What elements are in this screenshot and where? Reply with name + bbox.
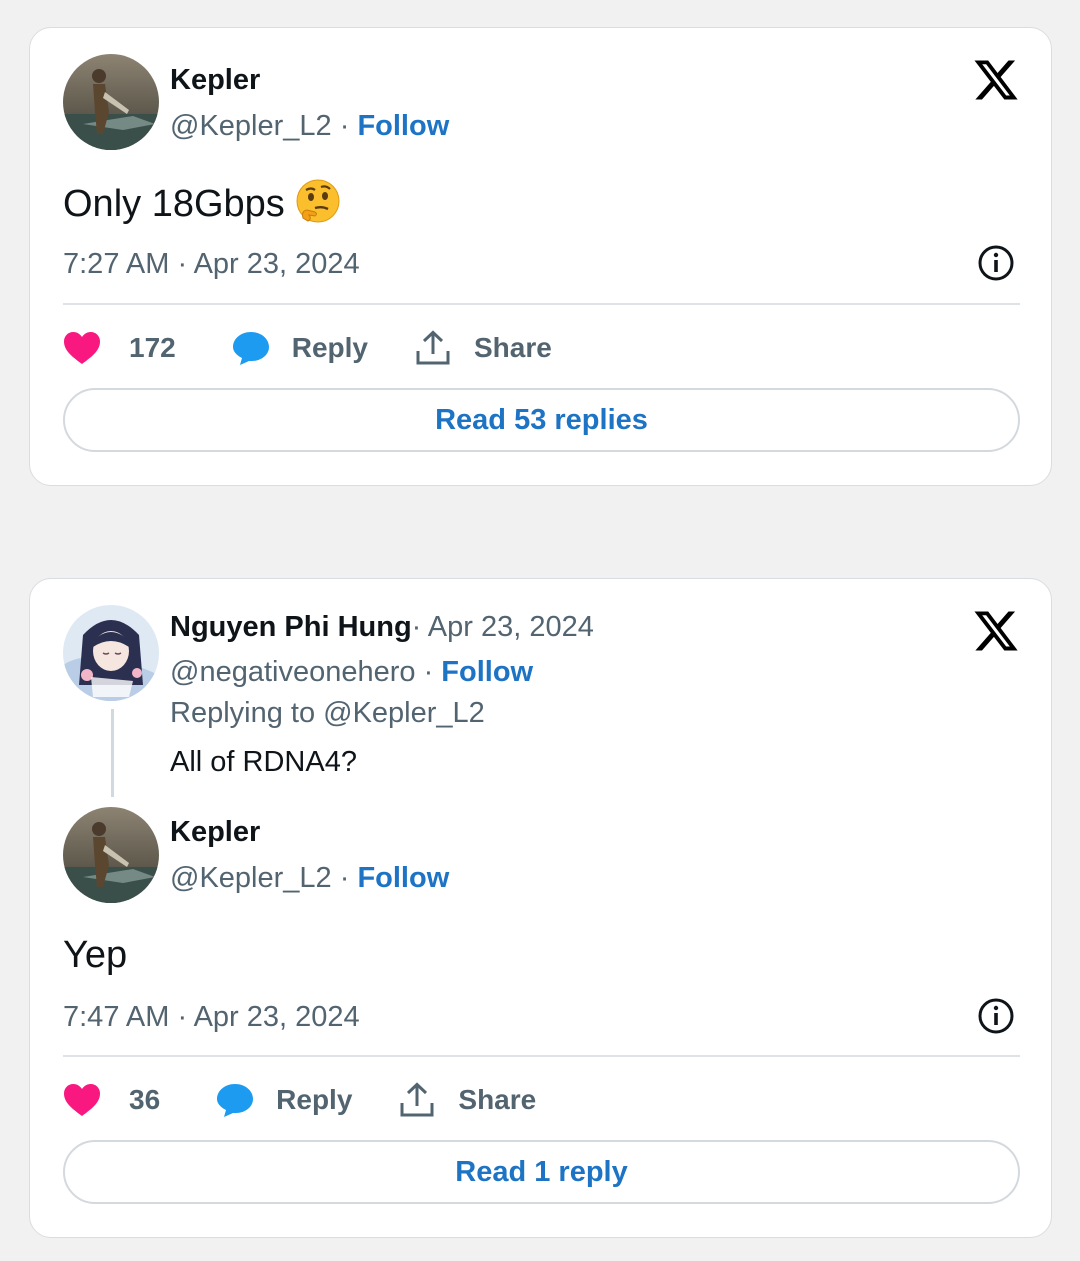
like-button[interactable]: 172 [63, 331, 176, 365]
reply-bubble-icon [216, 1082, 254, 1118]
x-logo-icon[interactable] [972, 607, 1020, 655]
author-meta: @Kepler_L2 · Follow [170, 108, 449, 144]
author-handle[interactable]: @Kepler_L2 [170, 110, 332, 142]
read-replies-button[interactable]: Read 1 reply [63, 1140, 1020, 1204]
tweet-card: Nguyen Phi Hung· Apr 23, 2024 @negativeo… [29, 578, 1052, 1238]
reply-bubble-icon [232, 330, 270, 366]
parent-author-avatar[interactable] [63, 605, 159, 701]
share-label: Share [458, 1084, 537, 1115]
reply-button[interactable]: Reply [216, 1082, 352, 1118]
tweet-text: Only 18Gbps [63, 178, 341, 227]
x-logo-icon[interactable] [972, 56, 1020, 104]
parent-author-meta: @negativeonehero · Follow [170, 654, 533, 690]
heart-icon [63, 1083, 101, 1117]
thinking-face-emoji [295, 178, 341, 224]
tweet-text-content: Only 18Gbps [63, 183, 285, 225]
parent-author-line: Nguyen Phi Hung· Apr 23, 2024 [170, 609, 594, 645]
share-button[interactable]: Share [400, 1082, 536, 1118]
action-bar: 36 Reply Share [63, 1078, 536, 1122]
thread-connector [111, 709, 114, 797]
parent-author-handle[interactable]: @negativeonehero [170, 656, 416, 688]
author-name[interactable]: Kepler [170, 814, 260, 850]
divider [63, 1055, 1020, 1057]
read-replies-button[interactable]: Read 53 replies [63, 388, 1020, 452]
parent-author-name[interactable]: Nguyen Phi Hung [170, 611, 412, 643]
follow-button[interactable]: Follow [441, 656, 533, 688]
heart-icon [63, 331, 101, 365]
share-button[interactable]: Share [416, 330, 552, 366]
like-button[interactable]: 36 [63, 1083, 160, 1117]
reply-label: Reply [291, 332, 368, 363]
separator-dot: · [423, 656, 442, 688]
author-avatar[interactable] [63, 54, 159, 150]
share-label: Share [473, 332, 552, 363]
info-icon[interactable] [977, 997, 1015, 1035]
tweet-card: Kepler @Kepler_L2 · Follow Only 18Gbps 7… [29, 27, 1052, 486]
share-icon [400, 1082, 434, 1118]
tweet-timestamp[interactable]: 7:27 AM · Apr 23, 2024 [63, 246, 360, 282]
follow-button[interactable]: Follow [357, 110, 449, 142]
like-count: 172 [129, 332, 176, 363]
separator-dot: · [339, 110, 358, 142]
tweet-timestamp[interactable]: 7:47 AM · Apr 23, 2024 [63, 999, 360, 1035]
action-bar: 172 Reply Share [63, 326, 552, 370]
replying-to[interactable]: Replying to @Kepler_L2 [170, 695, 485, 731]
author-name[interactable]: Kepler [170, 62, 260, 98]
reply-button[interactable]: Reply [232, 330, 368, 366]
tweet-text: Yep [63, 934, 128, 976]
parent-date[interactable]: · Apr 23, 2024 [412, 611, 594, 643]
parent-tweet-text: All of RDNA4? [170, 746, 357, 778]
share-icon [416, 330, 450, 366]
follow-button[interactable]: Follow [357, 862, 449, 894]
author-handle[interactable]: @Kepler_L2 [170, 862, 332, 894]
info-icon[interactable] [977, 244, 1015, 282]
author-avatar[interactable] [63, 807, 159, 903]
separator-dot: · [339, 862, 358, 894]
reply-label: Reply [276, 1084, 353, 1115]
author-meta: @Kepler_L2 · Follow [170, 860, 449, 896]
like-count: 36 [129, 1084, 161, 1115]
divider [63, 303, 1020, 305]
